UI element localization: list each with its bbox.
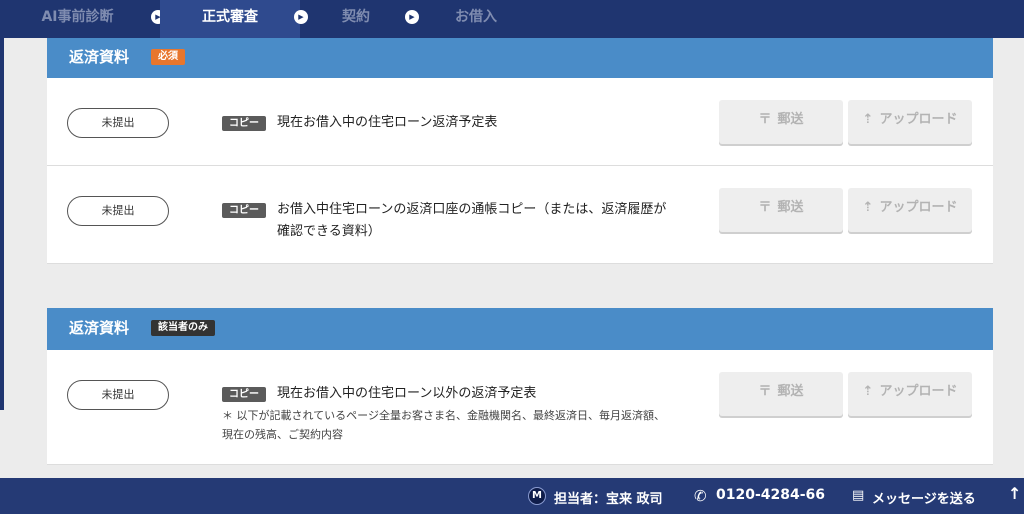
postal-mark-icon: 〒 xyxy=(758,200,772,215)
document-title: 現在お借入中の住宅ローン以外の返済予定表 xyxy=(277,386,537,401)
upload-button[interactable]: ⇡ アップロード xyxy=(848,372,972,416)
progress-step-bar: AI事前診断 ▶ 正式審査 ▶ 契約 ▶ お借入 xyxy=(0,0,1024,38)
upload-icon: ⇡ xyxy=(862,112,874,127)
status-pill: 未提出 xyxy=(67,196,169,226)
required-badge: 必須 xyxy=(151,49,185,65)
document-title: お借入中住宅ローンの返済口座の通帳コピー（または、返済履歴が確認できる資料） xyxy=(277,202,667,239)
play-arrow-icon: ▶ xyxy=(405,10,419,24)
copy-tag: コピー xyxy=(222,203,266,218)
staff-logo-icon: M xyxy=(528,487,546,505)
upload-icon: ⇡ xyxy=(862,200,874,215)
mail-button[interactable]: 〒郵送 xyxy=(719,100,843,144)
applicable-only-badge: 該当者のみ xyxy=(151,320,215,336)
upload-button[interactable]: ⇡ アップロード xyxy=(848,100,972,144)
repayment-docs-required-panel: 返済資料 必須 未提出 コピー 現在お借入中の住宅ローン返済予定表 〒郵送 ⇡ ア… xyxy=(47,38,993,264)
step-ai-diagnosis: AI事前診断 xyxy=(41,9,114,25)
mail-button-label: 郵送 xyxy=(777,112,804,127)
send-message-link[interactable]: メッセージを送る xyxy=(872,488,976,507)
staff-name: 担当者：宝来 政司 xyxy=(554,492,663,507)
mail-button[interactable]: 〒郵送 xyxy=(719,188,843,232)
document-row: 未提出 コピー 現在お借入中の住宅ローン返済予定表 〒郵送 ⇡ アップロード xyxy=(47,78,993,166)
mail-button[interactable]: 〒郵送 xyxy=(719,372,843,416)
step-formal-review: 正式審査 xyxy=(160,0,300,38)
panel-header: 返済資料 必須 xyxy=(47,38,993,78)
phone-number-link[interactable]: 0120-4284-66 xyxy=(716,487,825,503)
mail-button-label: 郵送 xyxy=(777,384,804,399)
upload-button[interactable]: ⇡ アップロード xyxy=(848,188,972,232)
scroll-to-top-icon[interactable]: ↑ xyxy=(1008,484,1021,503)
copy-tag: コピー xyxy=(222,116,266,131)
upload-icon: ⇡ xyxy=(862,384,874,399)
document-row: 未提出 コピー 現在お借入中の住宅ローン以外の返済予定表 ＊ 以下が記載されてい… xyxy=(47,350,993,465)
panel-header: 返済資料 該当者のみ xyxy=(47,308,993,350)
upload-button-label: アップロード xyxy=(879,112,958,127)
postal-mark-icon: 〒 xyxy=(758,112,772,127)
status-pill: 未提出 xyxy=(67,380,169,410)
postal-mark-icon: 〒 xyxy=(758,384,772,399)
document-note: ＊ 以下が記載されているページ全量お客さま名、金融機関名、最終返済日、毎月返済額… xyxy=(222,409,665,441)
upload-button-label: アップロード xyxy=(879,384,958,399)
panel-title: 返済資料 xyxy=(69,48,130,66)
step-borrowing: お借入 xyxy=(455,9,497,25)
upload-button-label: アップロード xyxy=(879,200,958,215)
left-edge-strip xyxy=(0,38,4,410)
repayment-docs-applicable-panel: 返済資料 該当者のみ 未提出 コピー 現在お借入中の住宅ローン以外の返済予定表 … xyxy=(47,308,993,465)
document-row: 未提出 コピー お借入中住宅ローンの返済口座の通帳コピー（または、返済履歴が確認… xyxy=(47,166,993,264)
copy-tag: コピー xyxy=(222,387,266,402)
status-pill: 未提出 xyxy=(67,108,169,138)
step-contract: 契約 xyxy=(342,9,370,25)
document-title: 現在お借入中の住宅ローン返済予定表 xyxy=(277,115,498,130)
mail-button-label: 郵送 xyxy=(777,200,804,215)
phone-icon: ✆ xyxy=(694,487,707,505)
message-icon: ▤ xyxy=(852,488,865,503)
panel-title: 返済資料 xyxy=(69,319,130,337)
contact-bottom-bar: M 担当者：宝来 政司 ✆ 0120-4284-66 ▤ メッセージを送る ↑ xyxy=(0,478,1024,514)
